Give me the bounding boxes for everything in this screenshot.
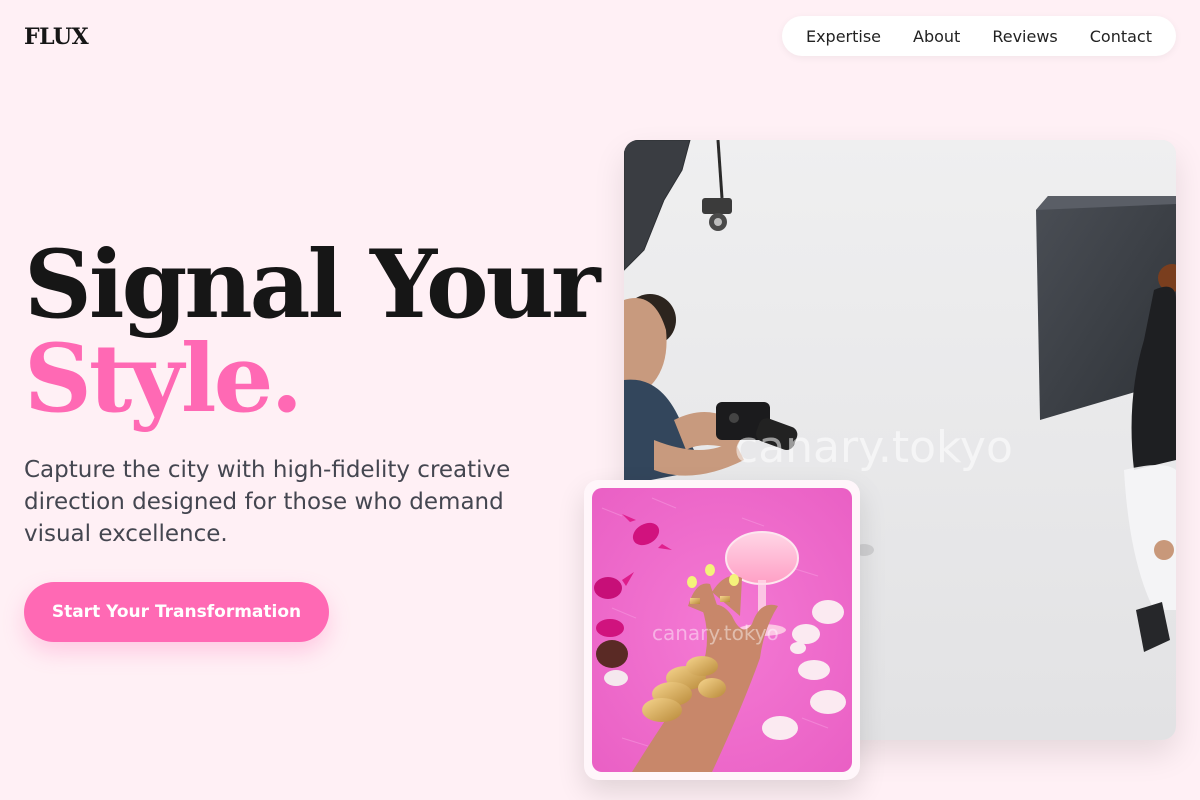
accessory-photo-illustration: canary.tokyo xyxy=(592,488,852,772)
nav-link-expertise[interactable]: Expertise xyxy=(806,27,881,46)
accessory-photo-card: canary.tokyo xyxy=(584,480,860,780)
hero-headline: Signal Your Style. xyxy=(24,230,601,434)
brand-logo[interactable]: FLUX xyxy=(24,24,89,50)
accessory-photo: canary.tokyo xyxy=(592,488,852,772)
nav-link-about[interactable]: About xyxy=(913,27,960,46)
nav-link-contact[interactable]: Contact xyxy=(1090,27,1152,46)
top-nav: Expertise About Reviews Contact xyxy=(781,16,1176,56)
hero-headline-line1: Signal Your xyxy=(24,230,601,340)
main-photo-watermark: canary.tokyo xyxy=(734,422,1013,473)
hero-headline-accent: Style. xyxy=(24,324,303,434)
start-transformation-button[interactable]: Start Your Transformation xyxy=(24,582,329,642)
nav-link-reviews[interactable]: Reviews xyxy=(992,27,1057,46)
card-photo-watermark: canary.tokyo xyxy=(652,621,779,645)
hero-subtitle: Capture the city with high-fidelity crea… xyxy=(24,457,511,547)
